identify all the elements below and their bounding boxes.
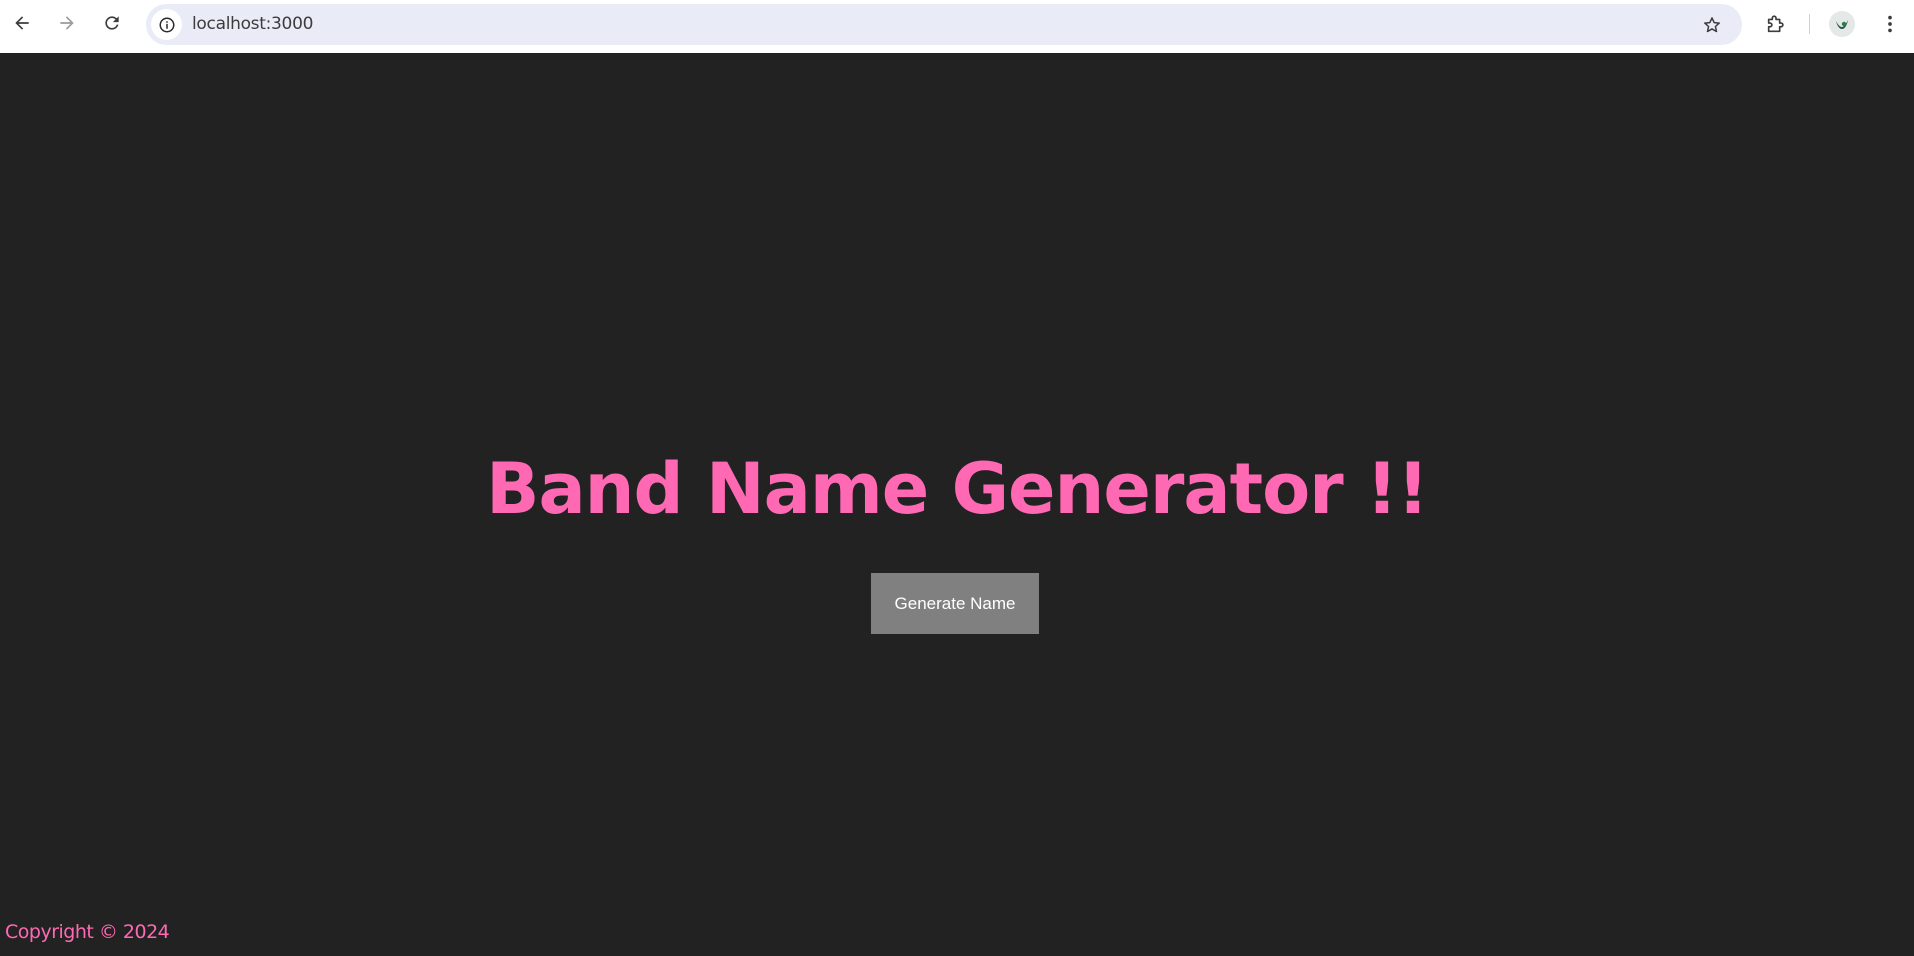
back-arrow-icon [15, 16, 29, 30]
reload-button[interactable] [98, 9, 126, 37]
kebab-menu-icon [1888, 15, 1892, 33]
forward-arrow-icon [60, 16, 74, 30]
browser-menu-button[interactable] [1876, 10, 1904, 38]
forward-button[interactable] [53, 9, 81, 37]
address-bar[interactable]: localhost:3000 [146, 4, 1742, 45]
profile-avatar[interactable] [1829, 11, 1855, 37]
toolbar-divider [1809, 14, 1810, 34]
reload-icon [105, 16, 119, 30]
browser-toolbar: localhost:3000 [0, 0, 1914, 53]
page-content: Band Name Generator !! Generate Name Cop… [0, 53, 1914, 956]
puzzle-icon [1767, 15, 1784, 33]
extensions-button[interactable] [1762, 10, 1790, 38]
url-text[interactable]: localhost:3000 [192, 4, 313, 45]
info-icon [159, 17, 174, 32]
bookmark-button[interactable] [1700, 13, 1724, 37]
copyright-footer: Copyright © 2024 [5, 921, 170, 943]
generate-name-button[interactable]: Generate Name [871, 573, 1039, 634]
site-info-button[interactable] [151, 9, 182, 40]
back-button[interactable] [8, 9, 36, 37]
avatar-icon [1829, 11, 1855, 37]
star-icon [1704, 17, 1720, 33]
page-title: Band Name Generator !! [486, 448, 1429, 530]
